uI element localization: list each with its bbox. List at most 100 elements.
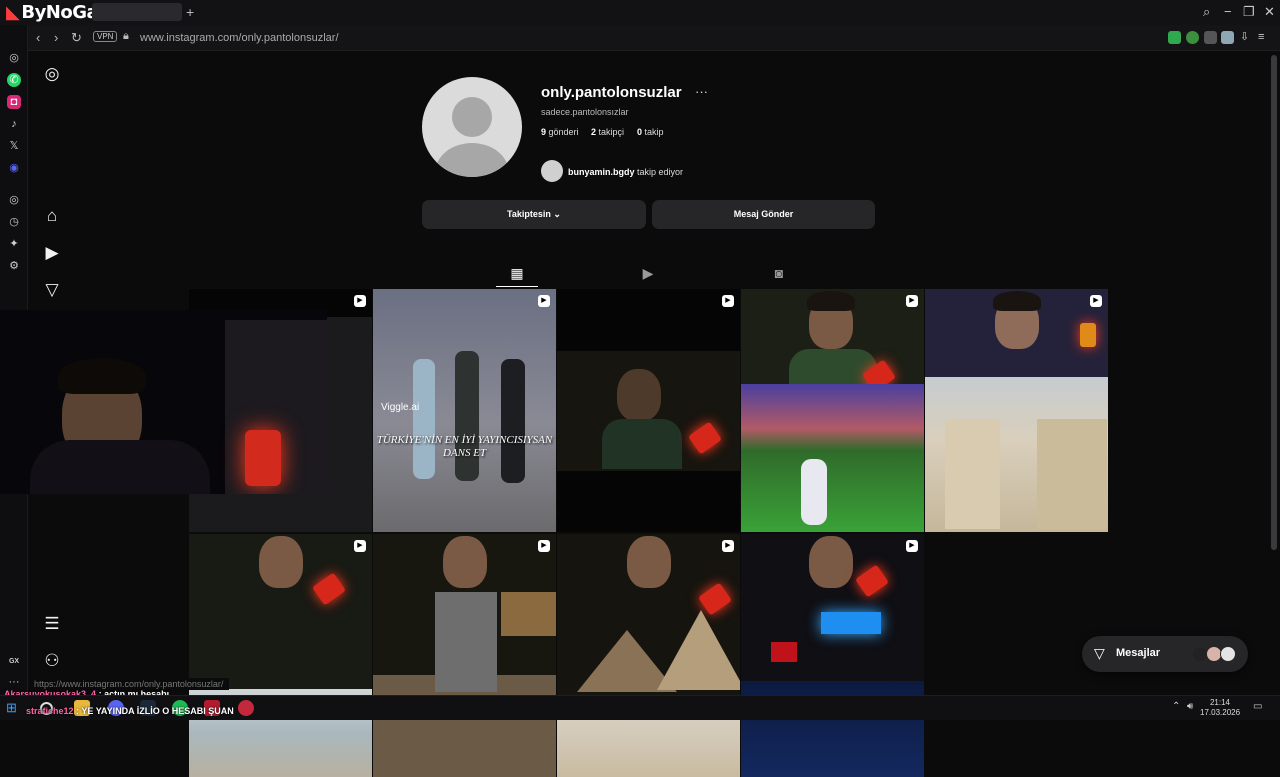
volume-icon[interactable]: 🔊︎ bbox=[1187, 701, 1193, 712]
puzzle-icon[interactable] bbox=[1204, 31, 1217, 44]
reload-icon[interactable]: ↻ bbox=[71, 30, 82, 46]
close-icon[interactable]: ✕ bbox=[1264, 4, 1275, 20]
home-icon[interactable]: ⌂ bbox=[42, 206, 62, 226]
new-tab-button[interactable]: + bbox=[186, 4, 194, 20]
reel-icon: ▶ bbox=[538, 540, 550, 552]
reel-icon: ▶ bbox=[354, 295, 366, 307]
clock-date: 17.03.2026 bbox=[1200, 708, 1241, 717]
messages-label: Mesajlar bbox=[1116, 647, 1161, 659]
post-thumbnail[interactable]: ▶ bbox=[925, 289, 1108, 532]
tiktok-icon[interactable]: ♪ bbox=[7, 117, 21, 131]
whatsapp-icon[interactable]: ✆ bbox=[7, 73, 21, 87]
post-thumbnail[interactable]: ▶ bbox=[373, 534, 556, 777]
direct-icon[interactable]: ▽ bbox=[42, 280, 62, 300]
mutual-followers-text[interactable]: bunyamin.bgdy takip ediyor bbox=[568, 167, 683, 177]
active-tab[interactable] bbox=[92, 3, 182, 21]
chat-username: strafiche12 bbox=[26, 706, 74, 716]
also-from-meta-icon[interactable]: ⚇ bbox=[42, 651, 62, 671]
followers-stat[interactable]: 2 takipçi bbox=[591, 127, 624, 137]
extension-icon[interactable] bbox=[1186, 31, 1199, 44]
avatar-head-shape bbox=[452, 97, 492, 137]
profile-avatar[interactable] bbox=[422, 77, 522, 177]
followers-count: 2 bbox=[591, 127, 597, 137]
thumb-shirt bbox=[789, 349, 877, 389]
posts-label: gönderi bbox=[548, 127, 579, 137]
posts-stat: 9 gönderi bbox=[541, 127, 579, 137]
search-tabs-icon[interactable]: ⌕ bbox=[1203, 4, 1210, 20]
tagged-tab-icon[interactable]: ◙ bbox=[769, 263, 789, 283]
history-icon[interactable]: ◷ bbox=[7, 215, 21, 229]
posts-grid-tab-icon[interactable]: ▦ bbox=[507, 263, 527, 283]
following-stat[interactable]: 0 takip bbox=[637, 127, 664, 137]
chatgpt-icon[interactable]: ◎ bbox=[7, 51, 21, 65]
profile-username: only.pantolonsuzlar bbox=[541, 84, 682, 101]
post-thumbnail[interactable]: ▶ bbox=[741, 534, 924, 777]
post-thumbnail[interactable]: ▶ bbox=[741, 289, 924, 532]
message-avatar bbox=[1220, 646, 1236, 662]
thumb-face bbox=[259, 536, 303, 588]
player-icon[interactable]: ◎ bbox=[7, 193, 21, 207]
restore-icon[interactable]: ❐ bbox=[1243, 4, 1255, 20]
mutual-username: bunyamin.bgdy bbox=[568, 167, 635, 177]
post-thumbnail[interactable]: ▶ bbox=[557, 289, 740, 532]
lock-icon[interactable]: 🔒︎ bbox=[123, 30, 129, 43]
page-scrollbar[interactable] bbox=[1271, 55, 1277, 550]
thumb-face bbox=[809, 536, 853, 588]
download-icon[interactable]: ⇩ bbox=[1240, 31, 1253, 44]
webcam-shoulders bbox=[30, 440, 210, 494]
stream-chat-message: strafiche12 : YE YAYINDA İZLİO O HESABI … bbox=[26, 706, 234, 716]
reel-icon: ▶ bbox=[906, 295, 918, 307]
avatar-body-shape bbox=[435, 143, 509, 177]
settings-icon[interactable]: ⚙ bbox=[7, 259, 21, 273]
brand-mark-icon: ◣ bbox=[6, 2, 20, 23]
mutual-follower-avatar[interactable] bbox=[541, 160, 563, 182]
post-thumbnail[interactable]: ▶ bbox=[189, 534, 372, 777]
reels-tab-icon[interactable]: ▶ bbox=[638, 263, 658, 283]
red-object bbox=[771, 642, 797, 662]
soccer-game-scene bbox=[741, 384, 924, 532]
streamer-webcam-overlay bbox=[0, 310, 327, 494]
active-tab-indicator bbox=[496, 286, 538, 287]
taskbar-clock[interactable]: 21:14 17.03.2026 bbox=[1200, 698, 1240, 718]
more-menu-icon[interactable]: ☰ bbox=[42, 614, 62, 634]
minimize-icon[interactable]: − bbox=[1224, 4, 1232, 19]
instagram-logo-icon[interactable]: ◎ bbox=[42, 64, 62, 84]
more-dots-icon[interactable]: ··· bbox=[7, 675, 21, 689]
profile-avatar-icon[interactable] bbox=[1221, 31, 1234, 44]
start-icon[interactable]: ⊞ bbox=[6, 700, 22, 716]
reels-icon[interactable]: ▶ bbox=[42, 243, 62, 263]
post-thumbnail[interactable]: Viggle.ai TÜRKİYE'NİN EN İYİ YAYINCISIYS… bbox=[373, 289, 556, 532]
forward-icon[interactable]: › bbox=[54, 30, 58, 45]
following-dropdown-button[interactable]: Takiptesin ⌄ bbox=[422, 200, 646, 229]
discord-icon[interactable]: ◉ bbox=[7, 161, 21, 175]
x-icon[interactable]: 𝕏 bbox=[7, 139, 21, 153]
building-shape bbox=[1037, 419, 1107, 529]
vpn-badge[interactable]: VPN bbox=[93, 31, 118, 42]
send-message-button[interactable]: Mesaj Gönder bbox=[652, 200, 875, 229]
shield-extension-icon[interactable] bbox=[1168, 31, 1181, 44]
tray-chevron-icon[interactable]: ⌃ bbox=[1172, 701, 1180, 712]
browser-tab-bar: ◣ ByNoGame + ⌕ − ❐ ✕ bbox=[0, 0, 1280, 25]
back-icon[interactable]: ‹ bbox=[36, 30, 40, 45]
instagram-icon[interactable]: ◘ bbox=[7, 95, 21, 109]
messages-button[interactable]: ▽ Mesajlar bbox=[1082, 636, 1248, 672]
notifications-icon[interactable]: ▭ bbox=[1253, 701, 1262, 712]
app-icon[interactable] bbox=[238, 700, 254, 716]
direct-icon: ▽ bbox=[1094, 645, 1105, 661]
address-bar: ‹ › ↻ VPN 🔒︎ www.instagram.com/only.pant… bbox=[28, 25, 1280, 51]
reel-icon: ▶ bbox=[906, 540, 918, 552]
options-icon[interactable]: ··· bbox=[695, 84, 708, 99]
post-thumbnail[interactable]: ▶ bbox=[557, 534, 740, 777]
reel-icon: ▶ bbox=[722, 295, 734, 307]
menu-icon[interactable]: ≡ bbox=[1258, 31, 1271, 44]
building-shape bbox=[945, 419, 1000, 529]
profile-full-name: sadece.pantolonsızlar bbox=[541, 107, 629, 117]
reel-icon: ▶ bbox=[354, 540, 366, 552]
furnace-block bbox=[435, 592, 497, 692]
viggle-watermark: Viggle.ai bbox=[381, 402, 420, 413]
extensions-icon[interactable]: ✦ bbox=[7, 237, 21, 251]
gx-label[interactable]: GX bbox=[7, 655, 21, 669]
url-field[interactable]: www.instagram.com/only.pantolonsuzlar/ bbox=[140, 32, 339, 44]
red-lamp bbox=[855, 564, 889, 598]
reel-icon: ▶ bbox=[722, 540, 734, 552]
